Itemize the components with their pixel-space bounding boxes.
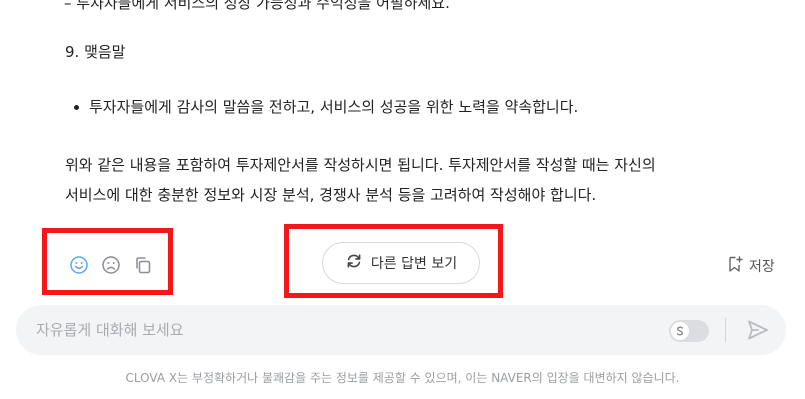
skill-toggle[interactable]: [669, 320, 709, 342]
paragraph-line-2: 서비스에 대한 충분한 정보와 시장 분석, 경쟁사 분석 등을 고려하여 작성…: [65, 186, 597, 204]
answer-paragraph: 위와 같은 내용을 포함하여 투자제안서를 작성하시면 됩니다. 투자제안서를 …: [65, 150, 765, 210]
bullet-text: 투자자들에게 감사의 말씀을 전하고, 서비스의 성공을 위한 노력을 약속합니…: [89, 98, 579, 116]
chat-input-bar: 자유롭게 대화해 보세요: [16, 305, 786, 355]
regenerate-label: 다른 답변 보기: [370, 256, 458, 272]
copy-icon[interactable]: [132, 254, 154, 276]
input-divider: [725, 318, 726, 342]
answer-cutoff-line: – 투자자들에게 서비스의 성장 가능성과 수익성을 어필하세요.: [64, 0, 450, 12]
save-label: 저장: [749, 259, 775, 275]
refresh-icon: [345, 252, 363, 274]
section-heading: 9. 맺음말: [65, 43, 126, 61]
chat-answer-view: – 투자자들에게 서비스의 성장 가능성과 수익성을 어필하세요. 9. 맺음말…: [0, 0, 805, 399]
feedback-toolbar: [68, 254, 154, 276]
paragraph-line-1: 위와 같은 내용을 포함하여 투자제안서를 작성하시면 됩니다. 투자제안서를 …: [65, 156, 656, 174]
save-button[interactable]: 저장: [726, 255, 775, 277]
frown-icon[interactable]: [100, 254, 122, 276]
skill-icon: [671, 322, 689, 340]
smile-icon[interactable]: [68, 254, 90, 276]
regenerate-answer-button[interactable]: 다른 답변 보기: [322, 242, 480, 284]
send-icon[interactable]: [746, 318, 770, 342]
bullet-item: 투자자들에게 감사의 말씀을 전하고, 서비스의 성공을 위한 노력을 약속합니…: [73, 96, 579, 118]
footer-disclaimer: CLOVA X는 부정확하거나 불쾌감을 주는 정보를 제공할 수 있으며, 이…: [125, 371, 680, 385]
bookmark-add-icon: [726, 255, 744, 277]
chat-input[interactable]: 자유롭게 대화해 보세요: [36, 319, 184, 340]
